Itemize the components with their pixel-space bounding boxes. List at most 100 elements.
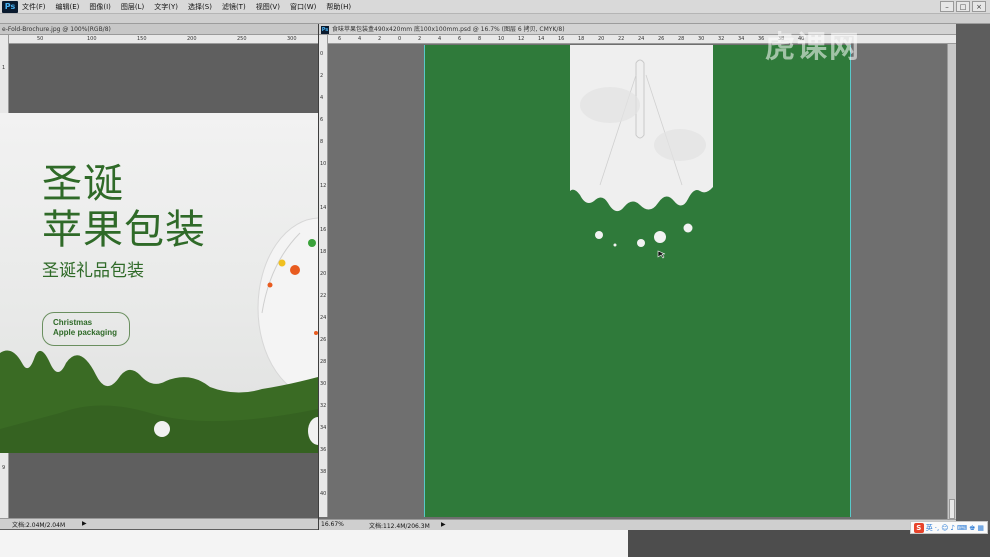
candy-dot: [278, 259, 286, 267]
keyboard-icon[interactable]: ⌨: [957, 524, 967, 532]
white-drip-graphic: [570, 45, 713, 212]
window-controls: – □ ×: [940, 1, 986, 12]
ruler-number: 20: [320, 271, 327, 277]
ruler-number: 1: [2, 65, 6, 71]
sogou-ime-icon[interactable]: S: [913, 522, 924, 533]
photoshop-logo-icon: Ps: [2, 0, 18, 13]
menu-help[interactable]: 帮助(H): [326, 2, 351, 12]
menu-file[interactable]: 文件(F): [22, 2, 46, 12]
ruler-number: 8: [478, 36, 482, 42]
right-doc-size[interactable]: 文档:112.4M/206.3M: [369, 521, 430, 530]
left-document-window[interactable]: e-Fold-Brochure.jpg @ 100%(RGB/8) 50 100…: [0, 24, 318, 530]
ruler-number: 6: [320, 117, 324, 123]
ruler-number: 8: [320, 139, 324, 145]
menu-edit[interactable]: 编辑(E): [56, 2, 80, 12]
ruler-number: 12: [518, 36, 525, 42]
ruler-number: 24: [638, 36, 645, 42]
left-document-tab[interactable]: e-Fold-Brochure.jpg @ 100%(RGB/8): [0, 24, 318, 35]
right-horizontal-ruler[interactable]: 6 4 2 0 2 4 6 8 10 12 14 16 18 20 22 24 26 28 30 32 34 36 38 40: [328, 35, 956, 44]
ruler-number: 50: [37, 36, 44, 42]
ruler-number: 34: [738, 36, 745, 42]
menu-window[interactable]: 窗口(W): [290, 2, 316, 12]
ruler-number: 40: [320, 491, 327, 497]
ruler-number: 26: [658, 36, 665, 42]
ruler-number: 26: [320, 337, 327, 343]
status-arrow-icon[interactable]: ▶: [441, 521, 446, 528]
status-arrow-icon[interactable]: ▶: [82, 520, 87, 527]
ime-toolbar[interactable]: S 英 ·, ☺ ♪ ⌨ ♚ ▦: [909, 521, 988, 534]
snowball: [637, 239, 645, 247]
snowball: [613, 243, 617, 247]
ruler-number: 100: [87, 36, 97, 42]
drip-shape: [570, 45, 713, 212]
ruler-number: 6: [458, 36, 462, 42]
minimize-button[interactable]: –: [940, 1, 954, 12]
shadow-blob: [654, 129, 706, 161]
ruler-number: 16: [320, 227, 327, 233]
ruler-number: 32: [320, 403, 327, 409]
snowball: [595, 231, 603, 239]
vertical-scrollbar[interactable]: [947, 44, 956, 519]
package-canvas[interactable]: [424, 45, 851, 517]
left-status-bar: 文档:2.04M/2.04M ▶: [0, 518, 318, 529]
photoshop-window: Ps 文件(F) 编辑(E) 图像(I) 图层(L) 文字(Y) 选择(S) 滤…: [0, 0, 990, 557]
ruler-number: 18: [320, 249, 327, 255]
ruler-number: 36: [758, 36, 765, 42]
candy-dot: [290, 265, 300, 275]
ruler-number: 30: [698, 36, 705, 42]
ruler-number: 10: [498, 36, 505, 42]
ruler-number: 14: [538, 36, 545, 42]
snowball: [683, 223, 693, 233]
microphone-icon[interactable]: ♪: [951, 524, 955, 532]
ruler-number: 2: [418, 36, 422, 42]
ruler-number: 32: [718, 36, 725, 42]
ruler-number: 18: [578, 36, 585, 42]
menu-select[interactable]: 选择(S): [188, 2, 212, 12]
emoji-icon[interactable]: ☺: [941, 524, 948, 532]
punctuation-icon[interactable]: ·,: [935, 524, 939, 532]
ruler-number: 10: [320, 161, 327, 167]
snowball: [154, 421, 170, 437]
menu-layer[interactable]: 图层(L): [121, 2, 144, 12]
ruler-number: 22: [320, 293, 327, 299]
ruler-number: 30: [320, 381, 327, 387]
ruler-number: 4: [320, 95, 324, 101]
watermark-logo: 虎课网: [765, 30, 861, 65]
right-vertical-ruler[interactable]: 0 2 4 6 8 10 12 14 16 18 20 22 24 26 28 30 32 34 36 38 40: [319, 35, 328, 517]
cursor-icon: [657, 250, 666, 259]
ruler-number: 150: [137, 36, 147, 42]
menu-filter[interactable]: 滤镜(T): [222, 2, 246, 12]
ruler-number: 36: [320, 447, 327, 453]
ps-document-icon: Ps: [321, 25, 329, 34]
zoom-level[interactable]: 16.67%: [321, 521, 344, 528]
close-button[interactable]: ×: [972, 1, 986, 12]
maximize-button[interactable]: □: [956, 1, 970, 12]
toolbox-icon[interactable]: ▦: [977, 524, 984, 532]
left-horizontal-ruler[interactable]: 50 100 150 200 250 300: [9, 35, 318, 44]
right-document-title: 食味苹果包装盒490x420mm 底100x100mm.psd @ 16.7% …: [332, 26, 565, 33]
skin-icon[interactable]: ♚: [969, 524, 975, 532]
menu-image[interactable]: 图像(I): [89, 2, 111, 12]
ruler-number: 250: [237, 36, 247, 42]
left-doc-size[interactable]: 文档:2.04M/2.04M: [12, 520, 65, 529]
candy-dot: [267, 282, 273, 288]
artwork-graphics: [0, 217, 318, 453]
ruler-number: 14: [320, 205, 327, 211]
ruler-number: 200: [187, 36, 197, 42]
ruler-number: 24: [320, 315, 327, 321]
ime-language-toggle[interactable]: 英: [926, 523, 933, 533]
ruler-number: 28: [320, 359, 327, 365]
ruler-number: 4: [358, 36, 362, 42]
ruler-number: 20: [598, 36, 605, 42]
scrollbar-thumb[interactable]: [949, 499, 955, 519]
right-document-window[interactable]: Ps 食味苹果包装盒490x420mm 底100x100mm.psd @ 16.7…: [318, 24, 956, 530]
shadow-blob: [580, 87, 640, 123]
ruler-number: 34: [320, 425, 327, 431]
ruler-number: 4: [438, 36, 442, 42]
brochure-artwork: 圣诞 苹果包装 圣诞礼品包装 Christmas Apple packaging: [0, 113, 318, 453]
menu-view[interactable]: 视图(V): [256, 2, 280, 12]
menu-bar: Ps 文件(F) 编辑(E) 图像(I) 图层(L) 文字(Y) 选择(S) 滤…: [0, 0, 990, 14]
snowball: [654, 231, 666, 243]
menu-type[interactable]: 文字(Y): [154, 2, 178, 12]
ruler-number: 9: [2, 465, 6, 471]
